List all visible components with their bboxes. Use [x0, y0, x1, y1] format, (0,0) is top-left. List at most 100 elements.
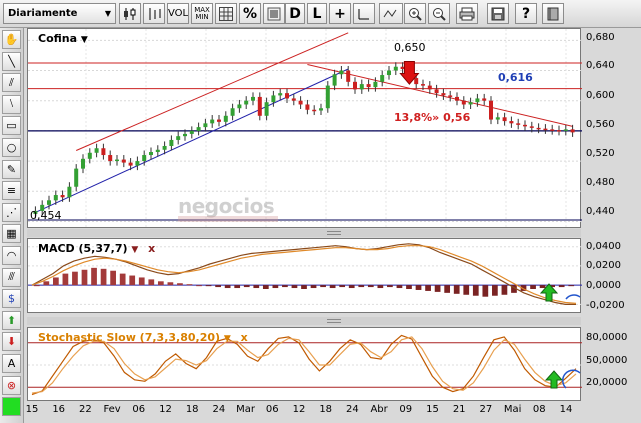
macd-title[interactable]: MACD (5,37,7) ▼ x [38, 242, 155, 255]
stochastic-title[interactable]: Stochastic Slow (7,3,3,80,20) ▼ x [38, 331, 248, 344]
panel-splitter[interactable] [27, 317, 581, 325]
chart-application: Diariamente ▼ VOL MAX MIN % D L + ? ✋ ╲ … [0, 0, 641, 423]
arrow-up-tool-button[interactable]: ⬆ [2, 310, 21, 330]
splitter-grip-icon [327, 231, 341, 235]
macd-close-button[interactable]: x [148, 242, 155, 255]
fullscreen-button[interactable] [263, 3, 285, 24]
candle-body [128, 162, 133, 166]
speed-lines-icon: ⫻ [8, 270, 15, 284]
zoom-out-icon [433, 7, 446, 21]
macd-histogram-bar [167, 282, 174, 286]
dollar-tool-button[interactable]: $ [2, 289, 21, 309]
chevron-down-icon: ▼ [223, 334, 231, 344]
fibonacci-fan-tool-button[interactable]: ⋰ [2, 202, 21, 222]
speed-lines-tool-button[interactable]: ⫻ [2, 267, 21, 287]
line-tool-button[interactable]: ╲ [2, 51, 21, 71]
price-chart-title[interactable]: Cofina ▼ [38, 32, 88, 45]
line-tool-icon [358, 8, 369, 19]
drawing-tools-panel: ✋ ╲ ⫽ ⧵ ▭ ○ ✎ ≡ ⋰ ▦ ◠ ⫻ $ ⬆ ⬇ A ⊗ [0, 28, 24, 423]
maxmin-button[interactable]: MAX MIN [191, 3, 213, 24]
arrow-down-tool-button[interactable]: ⬇ [2, 332, 21, 352]
macd-histogram-bar [377, 285, 384, 289]
y-tick: 50,0000 [586, 355, 628, 366]
arc-tool-button[interactable]: ◠ [2, 246, 21, 265]
candle-body [210, 119, 215, 124]
candle-body [346, 70, 351, 82]
delete-tool-button[interactable]: ⊗ [2, 375, 21, 395]
percent-button-label: % [242, 5, 258, 22]
candle-body [60, 195, 65, 198]
macd-histogram-bar [205, 285, 212, 287]
grid-tool-button[interactable]: ▦ [2, 224, 21, 244]
panel-splitter[interactable] [27, 229, 581, 237]
candle-body [203, 123, 208, 128]
candle-body [196, 127, 201, 131]
macd-panel[interactable]: MACD (5,37,7) ▼ x [27, 238, 582, 313]
candle-body [169, 139, 174, 146]
candle-body [251, 96, 255, 101]
parallel-tool-button[interactable]: ⫽ [2, 73, 21, 93]
volume-button[interactable]: VOL [167, 3, 189, 24]
macd-histogram-bar [415, 285, 422, 290]
price-chart-panel[interactable]: negocios Cofina ▼ 0,650 0,454 0,616 13,8… [27, 28, 582, 229]
macd-y-axis: 0,0400 0,0200 0,0000 -0,0200 [582, 238, 641, 313]
macd-histogram-bar [539, 285, 546, 289]
zigzag-button[interactable] [379, 3, 403, 24]
candle-body [189, 130, 194, 134]
fibonacci-fan-icon: ⋰ [6, 205, 17, 219]
rectangle-tool-button[interactable]: ▭ [2, 116, 21, 136]
candle-body [339, 70, 344, 75]
macd-histogram-bar [262, 285, 269, 289]
percent-button[interactable]: % [239, 3, 261, 24]
macd-histogram-bar [425, 285, 431, 291]
line-tool-button[interactable] [353, 3, 375, 24]
candle-body [149, 152, 153, 156]
highlight-arc [565, 294, 581, 300]
x-tick: 08 [532, 404, 546, 415]
zoom-out-button[interactable] [428, 3, 450, 24]
hand-tool-button[interactable]: ✋ [2, 30, 21, 49]
help-button[interactable]: ? [515, 3, 537, 24]
y-tick: 0,0200 [586, 260, 621, 271]
crosshair-button[interactable]: + [329, 3, 351, 24]
period-select[interactable]: Diariamente ▼ [3, 3, 116, 24]
macd-histogram-bar [243, 285, 250, 288]
color-swatch-tool-button[interactable] [2, 397, 21, 417]
bar-type-button[interactable] [143, 3, 165, 24]
x-tick: 14 [559, 404, 573, 415]
toolbar: Diariamente ▼ VOL MAX MIN % D L + ? [0, 0, 641, 28]
circle-tool-button[interactable]: ○ [2, 138, 21, 157]
channel-tool-button[interactable]: ⧵ [2, 94, 21, 114]
x-tick: Mai [503, 404, 522, 415]
d-button[interactable]: D [285, 3, 305, 24]
y-tick: 0,560 [586, 119, 615, 130]
text-tool-button[interactable]: A [2, 354, 21, 373]
book-button[interactable] [542, 3, 564, 24]
stochastic-close-button[interactable]: x [241, 331, 248, 344]
pencil-tool-button[interactable]: ✎ [2, 159, 21, 179]
save-button[interactable] [487, 3, 509, 24]
grid-button[interactable] [215, 3, 237, 24]
level-616-label: 0,616 [498, 71, 533, 84]
print-button[interactable] [456, 3, 478, 24]
x-tick: 15 [426, 404, 439, 415]
help-icon: ? [521, 5, 531, 22]
chevron-down-icon: ▼ [131, 245, 139, 255]
candle-body [74, 168, 79, 187]
candlestick-type-button[interactable] [119, 3, 141, 24]
line-icon: ╲ [8, 54, 15, 68]
zoom-in-button[interactable] [404, 3, 426, 24]
stochastic-panel[interactable]: Stochastic Slow (7,3,3,80,20) ▼ x [27, 327, 582, 401]
x-axis: 15 16 22 Fev 06 12 18 24 Mar 06 12 18 24 Abr 09 15 21 27 M… [24, 401, 584, 423]
macd-histogram-bar [530, 285, 536, 289]
macd-histogram-bar [100, 268, 107, 286]
candle-body [155, 149, 160, 153]
candle-body [448, 95, 453, 97]
l-button[interactable]: L [307, 3, 327, 24]
stochastic-y-axis: 80,0000 50,0000 20,0000 [582, 327, 641, 401]
x-tick: 27 [479, 404, 493, 415]
macd-histogram-bar [320, 285, 326, 288]
low-price-label: 0,454 [30, 209, 62, 222]
l-button-label: L [312, 5, 322, 22]
fibonacci-tool-button[interactable]: ≡ [2, 181, 21, 201]
